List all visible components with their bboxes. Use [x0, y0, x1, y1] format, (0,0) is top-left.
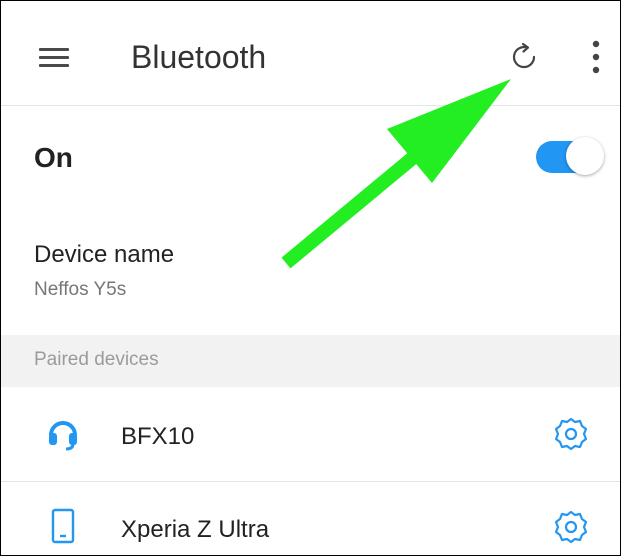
device-name-label: Device name [34, 241, 175, 268]
bluetooth-toggle-switch[interactable] [536, 137, 604, 177]
refresh-icon[interactable] [506, 39, 542, 75]
toggle-thumb [566, 137, 604, 175]
bluetooth-toggle-row: On [1, 106, 620, 211]
overflow-menu-icon[interactable] [586, 37, 606, 77]
bluetooth-settings-screen: Bluetooth On Device name Neffos Y5s Pair… [0, 0, 621, 556]
phone-icon [46, 508, 80, 544]
paired-device-name: Xperia Z Ultra [121, 516, 270, 543]
headset-icon [46, 415, 80, 451]
menu-icon[interactable] [39, 48, 69, 68]
paired-device-row[interactable]: Xperia Z Ultra [1, 482, 620, 555]
device-name-value: Neffos Y5s [34, 279, 127, 300]
paired-device-row[interactable]: BFX10 [1, 387, 620, 482]
page-title: Bluetooth [131, 39, 267, 75]
paired-devices-header-label: Paired devices [34, 349, 159, 370]
app-bar: Bluetooth [1, 1, 620, 106]
paired-devices-header: Paired devices [1, 335, 620, 387]
paired-device-name: BFX10 [121, 423, 195, 450]
device-settings-gear-icon[interactable] [554, 510, 588, 544]
device-settings-gear-icon[interactable] [554, 417, 588, 451]
bluetooth-state-label: On [34, 142, 73, 173]
device-name-row[interactable]: Device name Neffos Y5s [1, 221, 620, 329]
